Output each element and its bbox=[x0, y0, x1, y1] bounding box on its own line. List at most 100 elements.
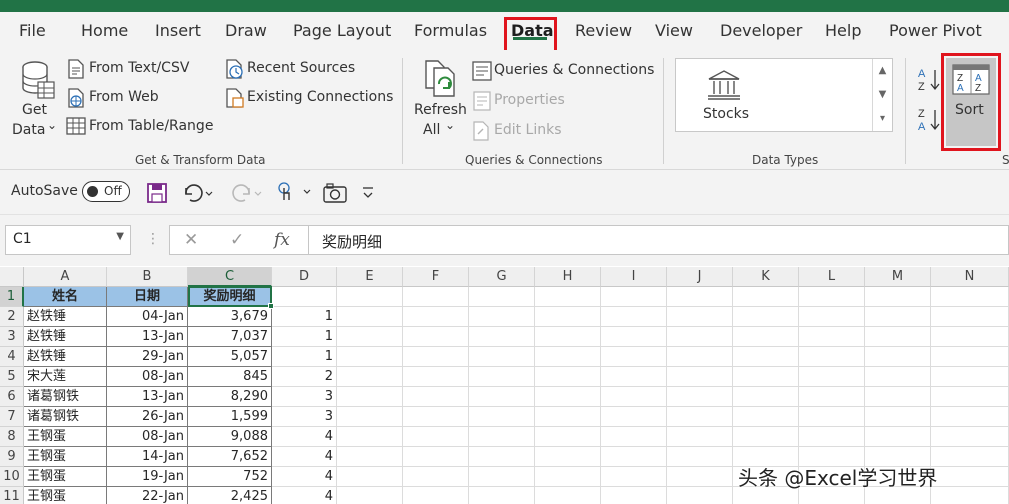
table-cell[interactable]: 王钢蛋 bbox=[24, 447, 107, 467]
tab-formulas[interactable]: Formulas bbox=[414, 21, 487, 40]
stocks-data-type[interactable]: Stocks bbox=[703, 106, 749, 122]
row-header-4[interactable]: 4 bbox=[0, 347, 24, 367]
row-header-5[interactable]: 5 bbox=[0, 367, 24, 387]
table-cell[interactable]: 14-Jan bbox=[107, 447, 188, 467]
cell-j11[interactable] bbox=[667, 487, 733, 504]
cell-j5[interactable] bbox=[667, 367, 733, 387]
cell-g6[interactable] bbox=[469, 387, 535, 407]
column-header-c[interactable]: C bbox=[188, 267, 272, 287]
touch-mode-icon[interactable] bbox=[274, 180, 314, 206]
cell-h8[interactable] bbox=[535, 427, 601, 447]
chevron-down-icon[interactable]: ⌄ bbox=[445, 118, 455, 132]
customize-qat-icon[interactable] bbox=[360, 184, 376, 202]
cell-e3[interactable] bbox=[337, 327, 403, 347]
cell-g2[interactable] bbox=[469, 307, 535, 327]
cell-e5[interactable] bbox=[337, 367, 403, 387]
cell-l4[interactable] bbox=[799, 347, 865, 367]
cell-m5[interactable] bbox=[865, 367, 931, 387]
select-all-corner[interactable] bbox=[0, 267, 24, 287]
column-header-h[interactable]: H bbox=[535, 267, 601, 287]
table-cell[interactable]: 赵铁锤 bbox=[24, 347, 107, 367]
cell-l6[interactable] bbox=[799, 387, 865, 407]
cell-f8[interactable] bbox=[403, 427, 469, 447]
table-cell[interactable]: 26-Jan bbox=[107, 407, 188, 427]
cell-f11[interactable] bbox=[403, 487, 469, 504]
properties-button[interactable]: Properties bbox=[494, 92, 565, 108]
row-header-7[interactable]: 7 bbox=[0, 407, 24, 427]
existing-connections-button[interactable]: Existing Connections bbox=[247, 89, 393, 105]
gallery-more-icon[interactable]: ▾ bbox=[873, 107, 892, 131]
table-cell[interactable]: 5,057 bbox=[188, 347, 272, 367]
cell-n2[interactable] bbox=[931, 307, 1009, 327]
cell-f3[interactable] bbox=[403, 327, 469, 347]
cell-m2[interactable] bbox=[865, 307, 931, 327]
table-cell[interactable]: 8,290 bbox=[188, 387, 272, 407]
cell-m6[interactable] bbox=[865, 387, 931, 407]
tab-file[interactable]: File bbox=[19, 21, 46, 40]
cell-m3[interactable] bbox=[865, 327, 931, 347]
cancel-icon[interactable]: ✕ bbox=[184, 230, 198, 250]
recent-sources-button[interactable]: Recent Sources bbox=[247, 60, 355, 76]
cell-n10[interactable] bbox=[931, 467, 1009, 487]
table-cell[interactable]: 7,652 bbox=[188, 447, 272, 467]
cell-j6[interactable] bbox=[667, 387, 733, 407]
confirm-icon[interactable]: ✓ bbox=[230, 230, 244, 250]
from-table-range-button[interactable]: From Table/Range bbox=[89, 118, 213, 134]
cell-e9[interactable] bbox=[337, 447, 403, 467]
table-cell[interactable]: 1 bbox=[272, 347, 337, 367]
save-icon[interactable] bbox=[146, 182, 168, 204]
cell-n8[interactable] bbox=[931, 427, 1009, 447]
row-header-1[interactable]: 1 bbox=[0, 287, 24, 307]
cell-f1[interactable] bbox=[403, 287, 469, 307]
table-cell[interactable]: 4 bbox=[272, 427, 337, 447]
table-cell[interactable]: 赵铁锤 bbox=[24, 307, 107, 327]
table-cell[interactable]: 845 bbox=[188, 367, 272, 387]
table-cell[interactable]: 4 bbox=[272, 447, 337, 467]
cell-n9[interactable] bbox=[931, 447, 1009, 467]
cell-l8[interactable] bbox=[799, 427, 865, 447]
cell-n4[interactable] bbox=[931, 347, 1009, 367]
cell-e11[interactable] bbox=[337, 487, 403, 504]
cell-e1[interactable] bbox=[337, 287, 403, 307]
cell-d1[interactable] bbox=[272, 287, 337, 307]
table-header-cell[interactable]: 姓名 bbox=[24, 287, 107, 307]
column-header-d[interactable]: D bbox=[272, 267, 337, 287]
cell-m8[interactable] bbox=[865, 427, 931, 447]
column-header-l[interactable]: L bbox=[799, 267, 865, 287]
table-cell[interactable]: 诸葛钢铁 bbox=[24, 407, 107, 427]
cell-f5[interactable] bbox=[403, 367, 469, 387]
column-header-i[interactable]: I bbox=[601, 267, 667, 287]
cell-h3[interactable] bbox=[535, 327, 601, 347]
row-header-10[interactable]: 10 bbox=[0, 467, 24, 487]
cell-i10[interactable] bbox=[601, 467, 667, 487]
refresh-all-label-1[interactable]: Refresh bbox=[414, 102, 467, 118]
edit-links-button[interactable]: Edit Links bbox=[494, 122, 562, 138]
cell-h1[interactable] bbox=[535, 287, 601, 307]
row-header-2[interactable]: 2 bbox=[0, 307, 24, 327]
table-cell[interactable]: 29-Jan bbox=[107, 347, 188, 367]
cell-f6[interactable] bbox=[403, 387, 469, 407]
table-cell[interactable]: 王钢蛋 bbox=[24, 427, 107, 447]
table-cell[interactable]: 7,037 bbox=[188, 327, 272, 347]
table-cell[interactable]: 08-Jan bbox=[107, 427, 188, 447]
formula-input[interactable]: 奖励明细 bbox=[309, 225, 1009, 255]
cell-i11[interactable] bbox=[601, 487, 667, 504]
cell-i6[interactable] bbox=[601, 387, 667, 407]
column-header-m[interactable]: M bbox=[865, 267, 931, 287]
table-cell[interactable]: 诸葛钢铁 bbox=[24, 387, 107, 407]
cell-l7[interactable] bbox=[799, 407, 865, 427]
table-cell[interactable]: 1 bbox=[272, 307, 337, 327]
refresh-all-label-2[interactable]: All bbox=[423, 122, 440, 138]
column-header-g[interactable]: G bbox=[469, 267, 535, 287]
cell-m7[interactable] bbox=[865, 407, 931, 427]
cell-i9[interactable] bbox=[601, 447, 667, 467]
cell-m4[interactable] bbox=[865, 347, 931, 367]
insert-function-icon[interactable]: fx bbox=[274, 230, 290, 250]
tab-view[interactable]: View bbox=[655, 21, 693, 40]
table-cell[interactable]: 13-Jan bbox=[107, 327, 188, 347]
table-cell[interactable]: 2,425 bbox=[188, 487, 272, 504]
sort-descending-icon[interactable]: Z A bbox=[917, 106, 943, 134]
queries-connections-button[interactable]: Queries & Connections bbox=[494, 62, 654, 78]
tab-insert[interactable]: Insert bbox=[155, 21, 201, 40]
cell-h10[interactable] bbox=[535, 467, 601, 487]
